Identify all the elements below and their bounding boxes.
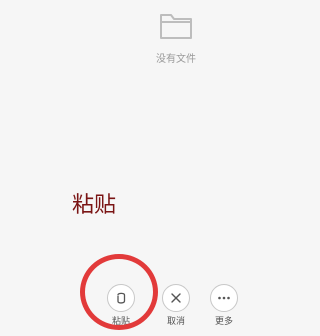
more-label: 更多 bbox=[214, 317, 233, 327]
cancel-button-circle[interactable] bbox=[162, 284, 190, 312]
more-icon bbox=[218, 296, 230, 300]
cancel-button[interactable]: 取消 bbox=[156, 284, 196, 328]
paste-label: 粘贴 bbox=[111, 317, 130, 327]
more-button-circle[interactable] bbox=[210, 284, 238, 312]
cancel-label: 取消 bbox=[166, 317, 185, 327]
annotation-label: 粘贴 bbox=[72, 193, 117, 218]
file-browser-screen: 没有文件 粘贴 粘贴 取消 更多 bbox=[0, 0, 243, 336]
empty-state: 没有文件 bbox=[141, 10, 211, 66]
paste-button[interactable]: 粘贴 bbox=[101, 284, 141, 328]
more-button[interactable]: 更多 bbox=[204, 284, 244, 328]
close-icon bbox=[171, 293, 181, 303]
bottom-action-bar: 粘贴 取消 更多 bbox=[0, 276, 243, 336]
empty-state-text: 没有文件 bbox=[156, 54, 196, 65]
folder-icon bbox=[160, 14, 192, 39]
paste-icon bbox=[117, 292, 126, 304]
paste-button-circle[interactable] bbox=[107, 284, 135, 312]
